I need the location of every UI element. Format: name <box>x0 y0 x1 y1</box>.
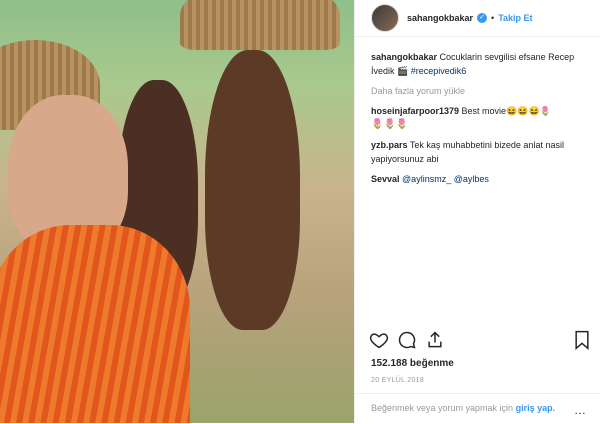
bookmark-icon[interactable] <box>573 330 591 355</box>
post-panel: sahangokbakar ✓ • Takip Et sahangokbakar… <box>355 0 600 423</box>
comment-username[interactable]: Sevval <box>371 174 400 184</box>
header-username[interactable]: sahangokbakar <box>407 13 473 23</box>
load-more-comments[interactable]: Daha fazla yorum yükle <box>371 84 589 98</box>
comment-emoji-line: 🌷🌷🌷 <box>371 119 409 130</box>
post-photo <box>0 0 354 423</box>
comment-icon[interactable] <box>397 330 417 355</box>
login-link[interactable]: giriş yap. <box>516 403 556 413</box>
likes-count[interactable]: 152.188 beğenme <box>371 358 454 369</box>
photo-man-shirt <box>0 225 190 423</box>
comment-footer: Beğenmek veya yorum yapmak için giriş ya… <box>355 393 600 424</box>
avatar[interactable] <box>371 4 399 32</box>
comment-text: Best movie😆😆😆🌷 <box>461 106 551 116</box>
caption: sahangokbakar Cocuklarin sevgilisi efsan… <box>371 50 589 78</box>
comment-username[interactable]: hoseinjafarpoor1379 <box>371 106 459 116</box>
login-prompt-text: Beğenmek veya yorum yapmak için <box>371 403 514 413</box>
heart-icon[interactable] <box>369 330 389 355</box>
background-hut <box>180 0 340 50</box>
hashtag-link[interactable]: #recepivedik6 <box>411 66 467 76</box>
list-item: hoseinjafarpoor1379 Best movie😆😆😆🌷 🌷🌷🌷 <box>371 104 589 132</box>
comments-section: sahangokbakar Cocuklarin sevgilisi efsan… <box>371 50 589 192</box>
comment-mentions[interactable]: @aylinsmz_ @aylbes <box>402 174 489 184</box>
separator-dot: • <box>491 13 495 23</box>
caption-username[interactable]: sahangokbakar <box>371 52 437 62</box>
action-bar <box>369 330 593 352</box>
follow-button[interactable]: Takip Et <box>498 13 532 23</box>
post-header: sahangokbakar ✓ • Takip Et <box>355 0 600 37</box>
post-date: 20 EYLÜL 2018 <box>371 377 425 384</box>
comment-username[interactable]: yzb.pars <box>371 140 408 150</box>
verified-icon: ✓ <box>477 13 488 23</box>
list-item: yzb.pars Tek kaş muhabbetini bizede anla… <box>371 138 589 166</box>
share-icon[interactable] <box>425 330 445 355</box>
more-icon[interactable]: … <box>574 403 586 417</box>
photo-child-right <box>205 50 300 330</box>
login-prompt: Beğenmek veya yorum yapmak için giriş ya… <box>371 402 581 414</box>
list-item: Sevval @aylinsmz_ @aylbes <box>371 172 589 186</box>
caption-emoji: 🎬 <box>397 66 409 76</box>
